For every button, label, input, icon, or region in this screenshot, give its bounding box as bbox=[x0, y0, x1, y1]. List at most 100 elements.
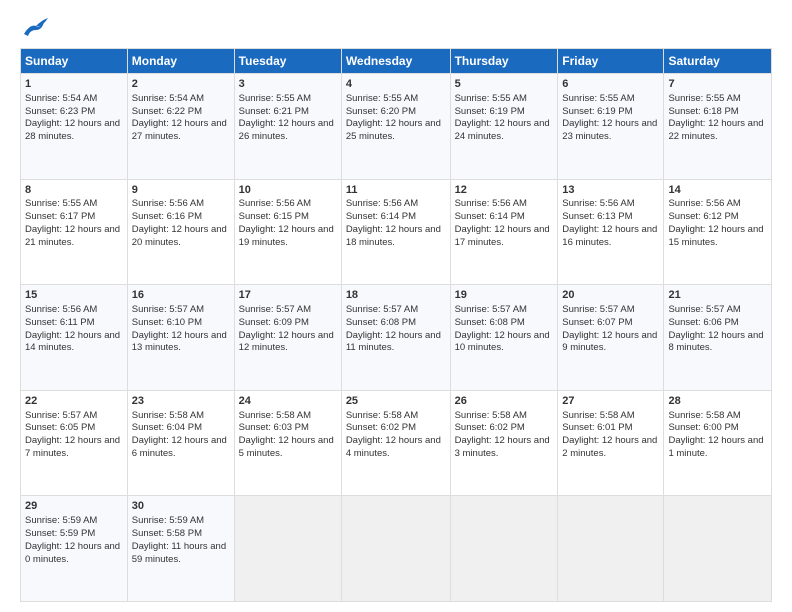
calendar-cell: 25Sunrise: 5:58 AMSunset: 6:02 PMDayligh… bbox=[341, 390, 450, 496]
calendar-header-row: SundayMondayTuesdayWednesdayThursdayFrid… bbox=[21, 49, 772, 74]
sunset-text: Sunset: 6:09 PM bbox=[239, 317, 337, 330]
day-number: 17 bbox=[239, 288, 337, 303]
daylight-text: Daylight: 12 hours and 27 minutes. bbox=[132, 118, 230, 144]
day-number: 24 bbox=[239, 394, 337, 409]
sunset-text: Sunset: 6:19 PM bbox=[562, 106, 659, 119]
daylight-text: Daylight: 12 hours and 6 minutes. bbox=[132, 435, 230, 461]
sunset-text: Sunset: 6:04 PM bbox=[132, 422, 230, 435]
calendar-cell bbox=[558, 496, 664, 602]
calendar-cell: 17Sunrise: 5:57 AMSunset: 6:09 PMDayligh… bbox=[234, 285, 341, 391]
sunset-text: Sunset: 6:21 PM bbox=[239, 106, 337, 119]
day-number: 19 bbox=[455, 288, 554, 303]
daylight-text: Daylight: 12 hours and 18 minutes. bbox=[346, 224, 446, 250]
daylight-text: Daylight: 12 hours and 19 minutes. bbox=[239, 224, 337, 250]
sunset-text: Sunset: 6:01 PM bbox=[562, 422, 659, 435]
day-number: 16 bbox=[132, 288, 230, 303]
sunset-text: Sunset: 6:03 PM bbox=[239, 422, 337, 435]
sunset-text: Sunset: 6:14 PM bbox=[346, 211, 446, 224]
sunrise-text: Sunrise: 5:56 AM bbox=[132, 198, 230, 211]
calendar-cell: 19Sunrise: 5:57 AMSunset: 6:08 PMDayligh… bbox=[450, 285, 558, 391]
day-number: 18 bbox=[346, 288, 446, 303]
sunrise-text: Sunrise: 5:55 AM bbox=[346, 93, 446, 106]
day-number: 20 bbox=[562, 288, 659, 303]
calendar-cell bbox=[341, 496, 450, 602]
calendar-cell: 26Sunrise: 5:58 AMSunset: 6:02 PMDayligh… bbox=[450, 390, 558, 496]
sunset-text: Sunset: 6:16 PM bbox=[132, 211, 230, 224]
calendar-cell: 28Sunrise: 5:58 AMSunset: 6:00 PMDayligh… bbox=[664, 390, 772, 496]
daylight-text: Daylight: 12 hours and 28 minutes. bbox=[25, 118, 123, 144]
daylight-text: Daylight: 12 hours and 20 minutes. bbox=[132, 224, 230, 250]
calendar-cell: 13Sunrise: 5:56 AMSunset: 6:13 PMDayligh… bbox=[558, 179, 664, 285]
sunset-text: Sunset: 5:58 PM bbox=[132, 528, 230, 541]
day-number: 2 bbox=[132, 77, 230, 92]
day-number: 3 bbox=[239, 77, 337, 92]
sunset-text: Sunset: 6:06 PM bbox=[668, 317, 767, 330]
logo-icon bbox=[20, 16, 48, 40]
sunset-text: Sunset: 6:08 PM bbox=[455, 317, 554, 330]
sunrise-text: Sunrise: 5:56 AM bbox=[346, 198, 446, 211]
calendar-cell bbox=[450, 496, 558, 602]
sunrise-text: Sunrise: 5:59 AM bbox=[132, 515, 230, 528]
calendar-week-5: 29Sunrise: 5:59 AMSunset: 5:59 PMDayligh… bbox=[21, 496, 772, 602]
daylight-text: Daylight: 11 hours and 59 minutes. bbox=[132, 541, 230, 567]
calendar-cell: 12Sunrise: 5:56 AMSunset: 6:14 PMDayligh… bbox=[450, 179, 558, 285]
sunset-text: Sunset: 6:22 PM bbox=[132, 106, 230, 119]
sunrise-text: Sunrise: 5:54 AM bbox=[132, 93, 230, 106]
sunrise-text: Sunrise: 5:58 AM bbox=[239, 410, 337, 423]
sunrise-text: Sunrise: 5:56 AM bbox=[562, 198, 659, 211]
sunset-text: Sunset: 6:14 PM bbox=[455, 211, 554, 224]
sunset-text: Sunset: 6:15 PM bbox=[239, 211, 337, 224]
calendar-cell: 9Sunrise: 5:56 AMSunset: 6:16 PMDaylight… bbox=[127, 179, 234, 285]
calendar-week-3: 15Sunrise: 5:56 AMSunset: 6:11 PMDayligh… bbox=[21, 285, 772, 391]
day-number: 4 bbox=[346, 77, 446, 92]
sunrise-text: Sunrise: 5:57 AM bbox=[25, 410, 123, 423]
calendar-cell: 27Sunrise: 5:58 AMSunset: 6:01 PMDayligh… bbox=[558, 390, 664, 496]
calendar-cell: 8Sunrise: 5:55 AMSunset: 6:17 PMDaylight… bbox=[21, 179, 128, 285]
daylight-text: Daylight: 12 hours and 2 minutes. bbox=[562, 435, 659, 461]
daylight-text: Daylight: 12 hours and 17 minutes. bbox=[455, 224, 554, 250]
sunrise-text: Sunrise: 5:57 AM bbox=[132, 304, 230, 317]
daylight-text: Daylight: 12 hours and 25 minutes. bbox=[346, 118, 446, 144]
sunrise-text: Sunrise: 5:57 AM bbox=[346, 304, 446, 317]
sunrise-text: Sunrise: 5:56 AM bbox=[455, 198, 554, 211]
daylight-text: Daylight: 12 hours and 3 minutes. bbox=[455, 435, 554, 461]
calendar-cell: 15Sunrise: 5:56 AMSunset: 6:11 PMDayligh… bbox=[21, 285, 128, 391]
daylight-text: Daylight: 12 hours and 16 minutes. bbox=[562, 224, 659, 250]
calendar-cell: 5Sunrise: 5:55 AMSunset: 6:19 PMDaylight… bbox=[450, 74, 558, 180]
calendar-cell: 1Sunrise: 5:54 AMSunset: 6:23 PMDaylight… bbox=[21, 74, 128, 180]
day-number: 30 bbox=[132, 499, 230, 514]
day-number: 5 bbox=[455, 77, 554, 92]
sunset-text: Sunset: 6:05 PM bbox=[25, 422, 123, 435]
sunset-text: Sunset: 6:19 PM bbox=[455, 106, 554, 119]
sunrise-text: Sunrise: 5:58 AM bbox=[562, 410, 659, 423]
sunrise-text: Sunrise: 5:58 AM bbox=[346, 410, 446, 423]
calendar-cell: 14Sunrise: 5:56 AMSunset: 6:12 PMDayligh… bbox=[664, 179, 772, 285]
day-number: 29 bbox=[25, 499, 123, 514]
calendar-cell: 18Sunrise: 5:57 AMSunset: 6:08 PMDayligh… bbox=[341, 285, 450, 391]
day-number: 10 bbox=[239, 183, 337, 198]
calendar-cell: 11Sunrise: 5:56 AMSunset: 6:14 PMDayligh… bbox=[341, 179, 450, 285]
sunrise-text: Sunrise: 5:55 AM bbox=[239, 93, 337, 106]
sunset-text: Sunset: 6:23 PM bbox=[25, 106, 123, 119]
sunrise-text: Sunrise: 5:57 AM bbox=[668, 304, 767, 317]
day-header-saturday: Saturday bbox=[664, 49, 772, 74]
daylight-text: Daylight: 12 hours and 24 minutes. bbox=[455, 118, 554, 144]
sunrise-text: Sunrise: 5:58 AM bbox=[668, 410, 767, 423]
sunrise-text: Sunrise: 5:57 AM bbox=[562, 304, 659, 317]
sunset-text: Sunset: 6:08 PM bbox=[346, 317, 446, 330]
sunrise-text: Sunrise: 5:58 AM bbox=[455, 410, 554, 423]
sunset-text: Sunset: 6:18 PM bbox=[668, 106, 767, 119]
daylight-text: Daylight: 12 hours and 4 minutes. bbox=[346, 435, 446, 461]
day-number: 11 bbox=[346, 183, 446, 198]
sunrise-text: Sunrise: 5:55 AM bbox=[668, 93, 767, 106]
day-number: 9 bbox=[132, 183, 230, 198]
sunset-text: Sunset: 6:07 PM bbox=[562, 317, 659, 330]
day-number: 7 bbox=[668, 77, 767, 92]
daylight-text: Daylight: 12 hours and 21 minutes. bbox=[25, 224, 123, 250]
calendar-cell: 4Sunrise: 5:55 AMSunset: 6:20 PMDaylight… bbox=[341, 74, 450, 180]
day-header-friday: Friday bbox=[558, 49, 664, 74]
day-header-tuesday: Tuesday bbox=[234, 49, 341, 74]
calendar-cell: 23Sunrise: 5:58 AMSunset: 6:04 PMDayligh… bbox=[127, 390, 234, 496]
sunset-text: Sunset: 6:17 PM bbox=[25, 211, 123, 224]
calendar-cell: 16Sunrise: 5:57 AMSunset: 6:10 PMDayligh… bbox=[127, 285, 234, 391]
